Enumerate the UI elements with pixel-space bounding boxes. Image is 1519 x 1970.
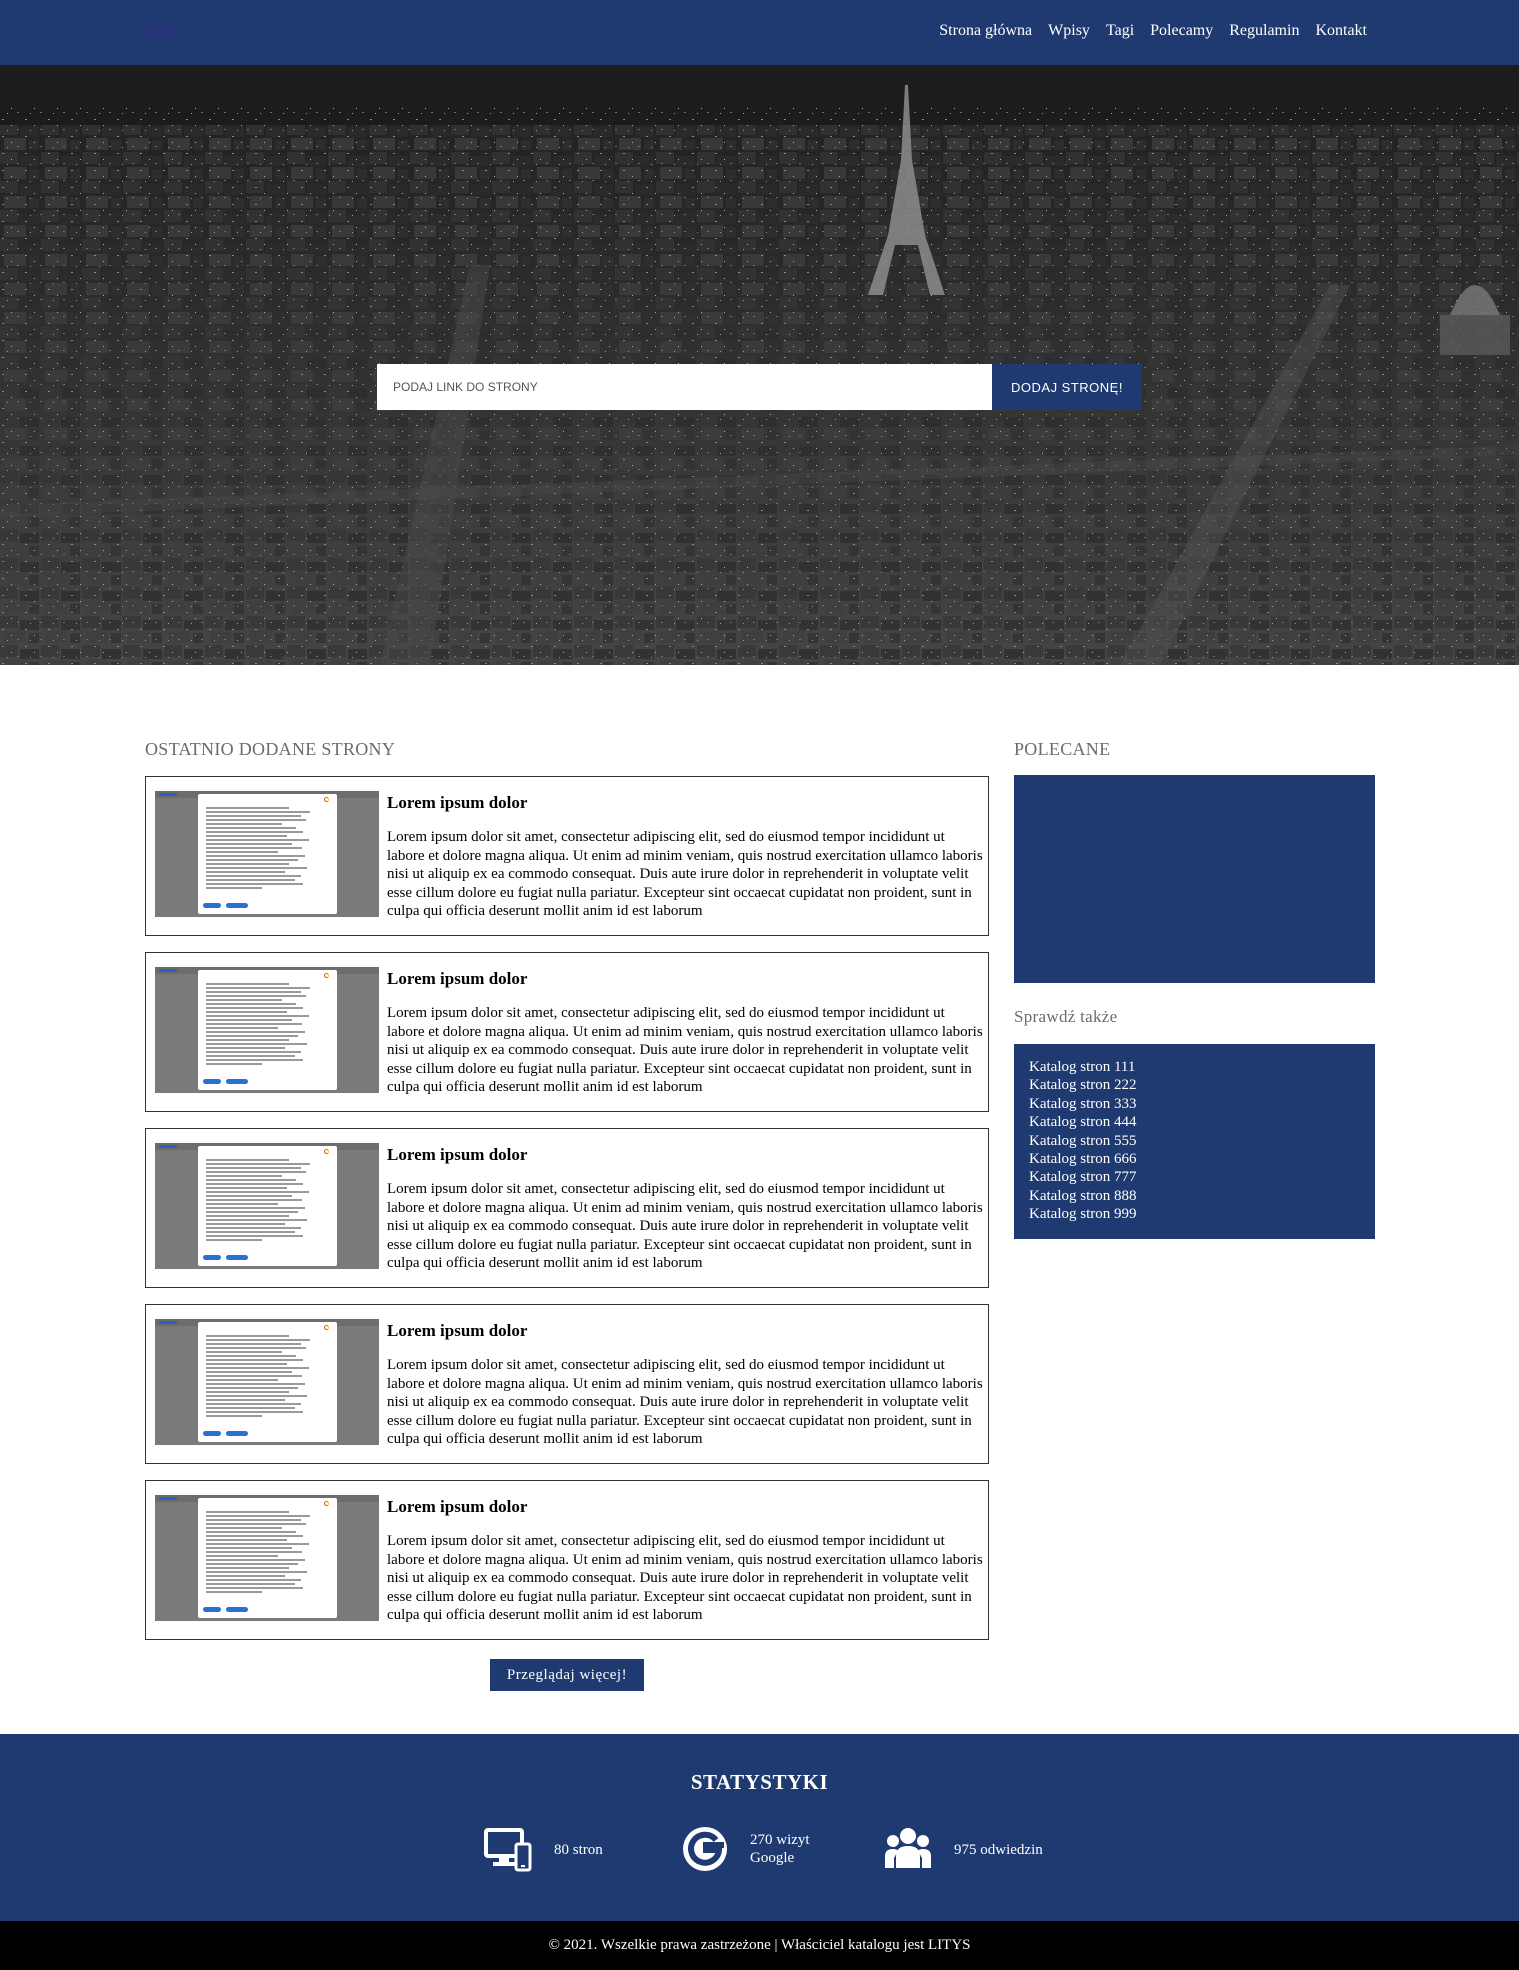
statistics-section: STATYSTYKI 80 stron 270 wizyt Google 975…	[0, 1734, 1519, 1921]
stat-google-visits: 270 wizyt Google	[682, 1826, 832, 1876]
stat-google-label-line1: 270 wizyt	[750, 1832, 810, 1848]
statistics-heading: STATYSTYKI	[690, 1770, 829, 1794]
entry-thumbnail[interactable]	[155, 967, 379, 1093]
stat-sites: 80 stron	[484, 1826, 634, 1876]
see-also-link[interactable]: Katalog stron 777	[1029, 1168, 1360, 1186]
entry-title[interactable]: Lorem ipsum dolor	[387, 969, 527, 989]
site-logo[interactable]: Logo	[144, 22, 178, 40]
entry-thumbnail[interactable]	[155, 1319, 379, 1445]
entry-card[interactable]: Lorem ipsum dolor Lorem ipsum dolor sit a…	[145, 952, 989, 1112]
add-site-form: DODAJ STRONĘ!	[377, 364, 1142, 410]
nav-item-entries[interactable]: Wpisy	[1048, 22, 1090, 40]
entry-card[interactable]: Lorem ipsum dolor Lorem ipsum dolor sit a…	[145, 1480, 989, 1640]
nav-item-recommended[interactable]: Polecamy	[1150, 22, 1213, 40]
top-navbar: Logo Strona główna Wpisy Tagi Polecamy R…	[0, 0, 1519, 65]
browse-more-button[interactable]: Przeglądaj więcej!	[490, 1659, 644, 1691]
stat-sites-label: 80 stron	[554, 1842, 603, 1858]
entry-card[interactable]: Lorem ipsum dolor Lorem ipsum dolor sit a…	[145, 1304, 989, 1464]
google-icon	[683, 1827, 727, 1871]
entry-title[interactable]: Lorem ipsum dolor	[387, 1321, 527, 1341]
entry-description: Lorem ipsum dolor sit amet, consectetur …	[387, 1533, 983, 1623]
entry-thumbnail[interactable]	[155, 791, 379, 917]
entry-thumbnail[interactable]	[155, 1495, 379, 1621]
recommended-banner[interactable]	[1014, 775, 1375, 983]
stat-visits: 975 odwiedzin	[884, 1826, 1054, 1876]
entry-card[interactable]: Lorem ipsum dolor Lorem ipsum dolor sit a…	[145, 776, 989, 936]
copyright-text: © 2021. Wszelkie prawa zastrzeżone | Wła…	[548, 1937, 971, 1953]
see-also-link[interactable]: Katalog stron 666	[1029, 1150, 1360, 1168]
nav-item-tags[interactable]: Tagi	[1106, 22, 1134, 40]
entry-card[interactable]: Lorem ipsum dolor Lorem ipsum dolor sit a…	[145, 1128, 989, 1288]
entry-thumbnail[interactable]	[155, 1143, 379, 1269]
nav-item-contact[interactable]: Kontakt	[1315, 22, 1367, 40]
entry-description: Lorem ipsum dolor sit amet, consectetur …	[387, 1005, 983, 1095]
add-site-button[interactable]: DODAJ STRONĘ!	[992, 364, 1142, 410]
see-also-link[interactable]: Katalog stron 444	[1029, 1113, 1360, 1131]
page-footer: © 2021. Wszelkie prawa zastrzeżone | Wła…	[0, 1921, 1519, 1970]
monitor-icon	[484, 1828, 532, 1872]
recent-entries-list: Lorem ipsum dolor Lorem ipsum dolor sit a…	[145, 776, 989, 1656]
entry-description: Lorem ipsum dolor sit amet, consectetur …	[387, 829, 983, 919]
see-also-link[interactable]: Katalog stron 111	[1029, 1058, 1360, 1076]
see-also-link[interactable]: Katalog stron 555	[1029, 1132, 1360, 1150]
entry-description: Lorem ipsum dolor sit amet, consectetur …	[387, 1357, 983, 1447]
nav-item-home[interactable]: Strona główna	[939, 22, 1032, 40]
recommended-heading: POLECANE	[1014, 739, 1111, 759]
entry-title[interactable]: Lorem ipsum dolor	[387, 1145, 527, 1165]
stat-visits-label: 975 odwiedzin	[954, 1842, 1043, 1858]
stat-google-label-line2: Google	[750, 1850, 795, 1866]
see-also-link[interactable]: Katalog stron 222	[1029, 1076, 1360, 1094]
users-icon	[885, 1828, 931, 1868]
main-menu: Strona główna Wpisy Tagi Polecamy Regula…	[939, 22, 1367, 40]
entry-title[interactable]: Lorem ipsum dolor	[387, 793, 527, 813]
site-link-input[interactable]	[377, 364, 992, 410]
see-also-heading: Sprawdź także	[1014, 1007, 1118, 1026]
recent-sites-heading: OSTATNIO DODANE STRONY	[145, 739, 396, 759]
see-also-link[interactable]: Katalog stron 333	[1029, 1095, 1360, 1113]
entry-description: Lorem ipsum dolor sit amet, consectetur …	[387, 1181, 983, 1271]
hero-banner: DODAJ STRONĘ!	[0, 65, 1519, 665]
entry-title[interactable]: Lorem ipsum dolor	[387, 1497, 527, 1517]
see-also-links: Katalog stron 111 Katalog stron 222 Kata…	[1014, 1044, 1375, 1239]
see-also-link[interactable]: Katalog stron 888	[1029, 1187, 1360, 1205]
nav-item-terms[interactable]: Regulamin	[1229, 22, 1299, 40]
see-also-link[interactable]: Katalog stron 999	[1029, 1205, 1360, 1223]
